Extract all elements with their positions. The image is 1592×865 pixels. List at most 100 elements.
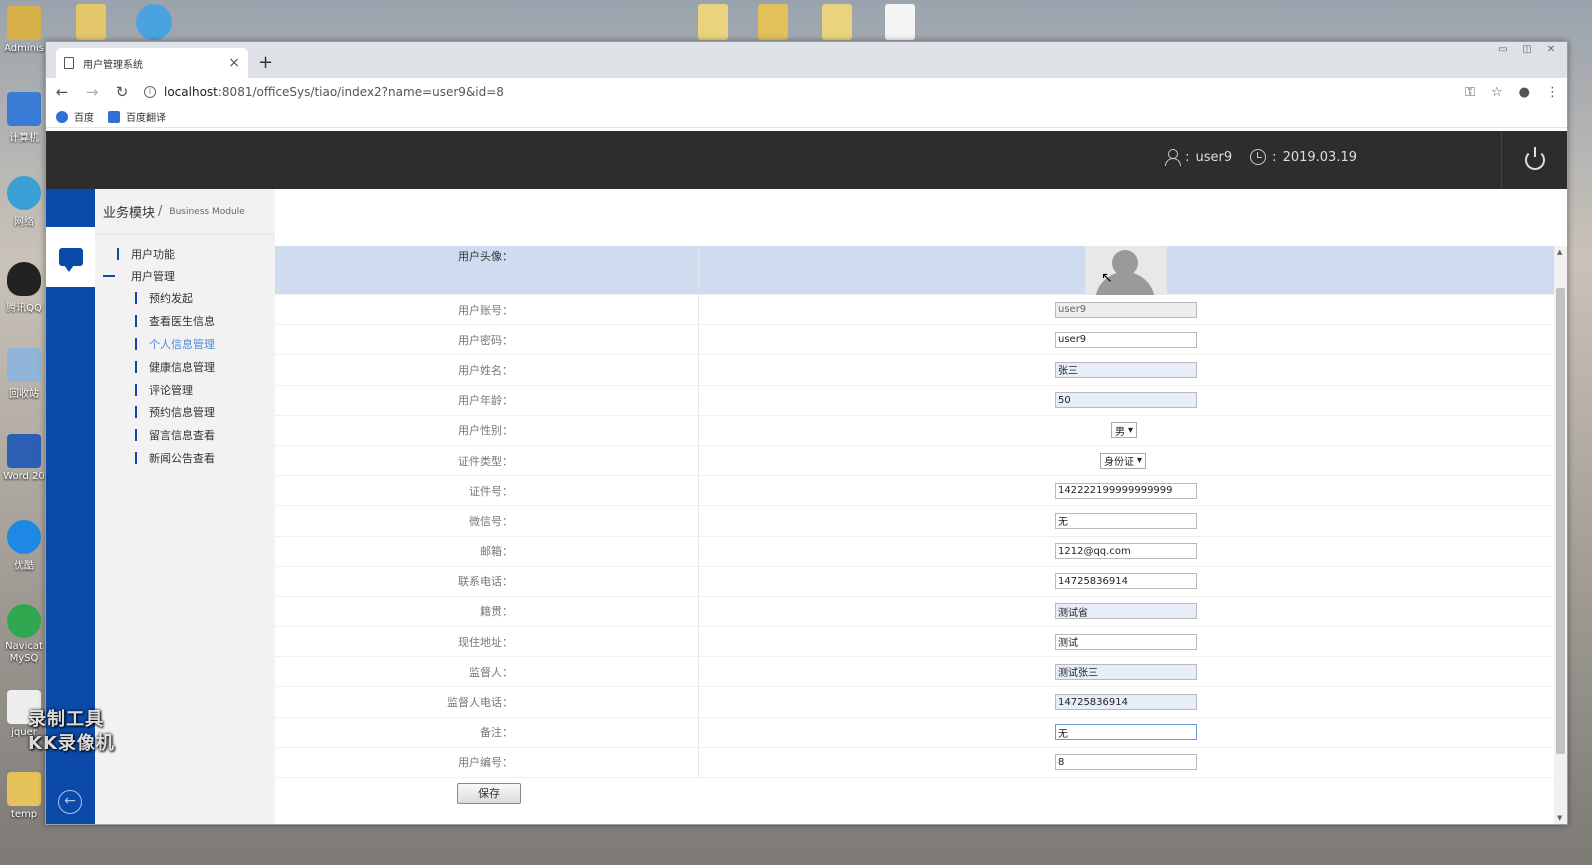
email-field[interactable] (1055, 543, 1197, 560)
watermark-line: KK录像机 (28, 733, 115, 754)
menu-bar-icon (135, 292, 137, 305)
power-icon (1524, 147, 1545, 170)
logout-button[interactable] (1501, 131, 1567, 189)
watermark-line: 录制工具 (28, 709, 104, 730)
menu-bar-icon (135, 406, 137, 419)
sidebar-item-label: 用户功能 (131, 248, 175, 261)
module-business[interactable] (46, 227, 95, 287)
dropdown-arrow-icon: ▾ (1128, 424, 1134, 436)
sidebar-item-label: 留言信息查看 (149, 429, 215, 443)
close-window-icon[interactable]: ✕ (1543, 44, 1559, 55)
menu-bar-icon (135, 315, 137, 328)
guardian-field[interactable] (1055, 663, 1197, 680)
field-value (699, 476, 1554, 505)
form-row-id-number: 证件号： (275, 476, 1554, 507)
browser-icon[interactable] (136, 4, 172, 40)
desktop-icon-computer[interactable]: 计算机 (0, 92, 48, 144)
address-bar: ← → ↻ i localhost :8081/officeSys/tiao/i… (46, 78, 1567, 106)
minimize-icon[interactable]: ▭ (1495, 44, 1511, 55)
sidebar-item-health-info[interactable]: 健康信息管理 (95, 355, 275, 378)
id-type-select[interactable]: 身份证 ▾ (1100, 452, 1147, 469)
age-field[interactable] (1055, 392, 1197, 409)
address-field[interactable] (1055, 633, 1197, 650)
field-value (699, 687, 1554, 716)
page-icon (64, 57, 74, 69)
field-label: 微信号： (275, 506, 699, 536)
desktop-icon-recycle-bin[interactable]: 回收站 (0, 348, 48, 400)
password-field[interactable] (1055, 331, 1197, 348)
star-icon[interactable]: ☆ (1491, 85, 1503, 100)
avatar[interactable]: ↖ (1085, 246, 1167, 295)
new-tab-button[interactable]: + (258, 52, 273, 73)
sidebar-item-label: 新闻公告查看 (149, 451, 215, 465)
form-row-wechat: 微信号： (275, 506, 1554, 537)
save-button[interactable]: 保存 (457, 782, 521, 804)
id-number-field[interactable] (1055, 482, 1197, 499)
breadcrumb: 业务模块 / Business Module (95, 189, 275, 235)
tab-close-icon[interactable]: × (228, 55, 240, 71)
phone-field[interactable] (1055, 573, 1197, 590)
id-type-select-value: 身份证 (1104, 457, 1134, 469)
vertical-scrollbar[interactable]: ▲ ▼ (1554, 246, 1567, 824)
menu-bar-icon (135, 429, 137, 442)
desktop-icon-word[interactable]: Word 20 (0, 434, 48, 482)
scroll-down-icon[interactable]: ▼ (1557, 814, 1562, 822)
maximize-icon[interactable]: ◫ (1519, 44, 1535, 55)
gender-select[interactable]: 男 ▾ (1111, 422, 1138, 439)
browser-window: 用户管理系统 × + ▭ ◫ ✕ ← → ↻ i localhost :8081… (45, 41, 1568, 825)
wechat-field[interactable] (1055, 512, 1197, 529)
bookmark-baidu[interactable]: 百度 (56, 109, 94, 124)
desktop-icon-navicat[interactable]: Navicat MySQ (0, 604, 48, 665)
collapse-dash-icon (103, 275, 115, 277)
browser-tab[interactable]: 用户管理系统 × (56, 48, 248, 78)
menu-bar-icon (135, 451, 137, 464)
bookmark-baidu-translate[interactable]: 百度翻译 (108, 109, 166, 124)
reload-icon[interactable]: ↻ (114, 83, 130, 101)
field-value (699, 627, 1554, 656)
origin-field[interactable] (1055, 603, 1197, 620)
xml-file-icon[interactable] (885, 4, 915, 40)
sidebar-item-messages[interactable]: 留言信息查看 (95, 424, 275, 447)
form-row-address: 现住地址： (275, 627, 1554, 658)
info-icon[interactable]: i (144, 86, 156, 98)
sidebar-item-user-functions[interactable]: 用户功能 (95, 243, 275, 265)
user-no-field[interactable] (1055, 754, 1197, 771)
folder-icon[interactable] (758, 4, 788, 40)
sidebar-item-personal-info[interactable]: 个人信息管理 (95, 333, 275, 356)
field-label: 用户头像： (275, 246, 699, 294)
sidebar-item-news[interactable]: 新闻公告查看 (95, 447, 275, 470)
name-field[interactable] (1055, 361, 1197, 378)
desktop-icon-network[interactable]: 网络 (0, 176, 48, 228)
desktop-icon-qq[interactable]: 腾讯QQ (0, 262, 48, 314)
sidebar-item-appointment-start[interactable]: 预约发起 (95, 287, 275, 310)
folder-icon[interactable] (76, 4, 106, 40)
desktop-icon-admin[interactable]: Adminis (0, 6, 48, 54)
header-date-value: 2019.03.19 (1282, 149, 1357, 165)
scroll-up-icon[interactable]: ▲ (1557, 248, 1562, 256)
field-value (699, 657, 1554, 686)
scrollbar-thumb[interactable] (1556, 288, 1565, 754)
translate-icon (108, 110, 120, 123)
field-label: 用户姓名： (275, 355, 699, 385)
folder-icon[interactable] (822, 4, 852, 40)
sidebar-item-appointment-info[interactable]: 预约信息管理 (95, 401, 275, 424)
address-bar-actions: ⚿ ☆ ● ⋮ (1465, 85, 1559, 100)
back-arrow-icon[interactable]: ← (58, 790, 82, 814)
guardian-phone-field[interactable] (1055, 694, 1197, 711)
field-value (699, 506, 1554, 535)
sidebar-item-comments[interactable]: 评论管理 (95, 378, 275, 401)
back-icon[interactable]: ← (54, 83, 70, 101)
key-icon[interactable]: ⚿ (1465, 85, 1475, 100)
field-label: 证件号： (275, 476, 699, 506)
menu-dots-icon[interactable]: ⋮ (1546, 85, 1559, 100)
account-icon[interactable]: ● (1519, 85, 1530, 100)
folder-icon[interactable] (698, 4, 728, 40)
url-input[interactable]: i localhost :8081/officeSys/tiao/index2?… (144, 80, 1451, 104)
desktop-icon-temp[interactable]: temp (0, 772, 48, 820)
sidebar-item-user-management[interactable]: 用户管理 (95, 265, 275, 287)
remark-field[interactable] (1055, 724, 1197, 741)
sidebar-item-doctor-info[interactable]: 查看医生信息 (95, 310, 275, 333)
desktop-icon-youku[interactable]: 优酷 (0, 520, 48, 572)
forward-icon[interactable]: → (84, 83, 100, 101)
header-date: : 2019.03.19 (1250, 149, 1357, 165)
